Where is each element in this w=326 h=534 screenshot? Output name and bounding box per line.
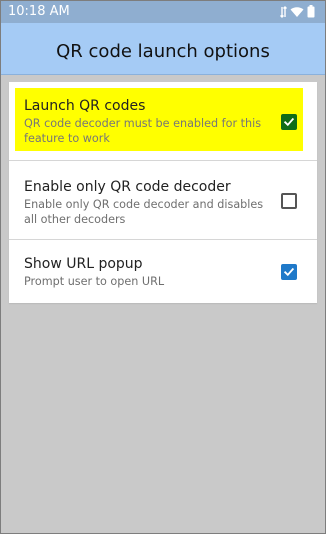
launch-qr-codes-checkbox[interactable] <box>281 114 297 130</box>
status-time: 10:18 AM <box>8 4 70 19</box>
setting-description: Prompt user to open URL <box>24 275 165 288</box>
setting-title: Show URL popup <box>24 256 143 272</box>
app-bar: QR code launch options <box>1 23 325 75</box>
checkmark-icon <box>283 267 295 277</box>
status-icons <box>280 3 315 22</box>
checkmark-icon <box>283 117 295 127</box>
setting-title: Launch QR codes <box>24 98 146 114</box>
setting-show-url-popup[interactable]: Show URL popup Prompt user to open URL <box>9 240 317 303</box>
enable-only-qr-decoder-checkbox[interactable] <box>281 193 297 209</box>
data-arrows-icon <box>280 3 287 22</box>
show-url-popup-checkbox[interactable] <box>281 264 297 280</box>
battery-icon <box>307 3 315 22</box>
wifi-icon <box>290 3 304 22</box>
status-bar: 10:18 AM <box>1 1 325 23</box>
setting-title: Enable only QR code decoder <box>24 179 231 195</box>
setting-enable-only-qr-decoder[interactable]: Enable only QR code decoder Enable only … <box>9 161 317 240</box>
setting-launch-qr-codes[interactable]: Launch QR codes QR code decoder must be … <box>9 82 317 161</box>
page-title: QR code launch options <box>56 40 270 62</box>
device-screen: 10:18 AM QR code launch options Launch Q… <box>0 0 326 534</box>
setting-description: QR code decoder must be enabled for this… <box>24 117 262 145</box>
setting-description: Enable only QR code decoder and disables… <box>24 198 264 226</box>
settings-list: Launch QR codes QR code decoder must be … <box>9 82 317 303</box>
